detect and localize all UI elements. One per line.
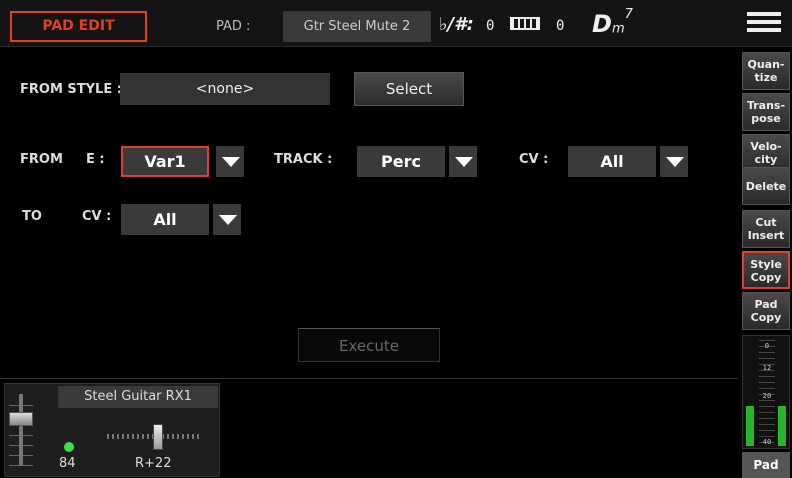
- chord-quality: m7: [612, 7, 633, 37]
- chord-extension: 7: [624, 7, 633, 22]
- velocity-line1: Velo-: [750, 140, 782, 153]
- from-style-field[interactable]: <none>: [120, 73, 330, 105]
- volume-fader-handle[interactable]: [9, 412, 33, 426]
- sidebar: Quan- tize Trans- pose Velo- city Delete…: [738, 48, 792, 478]
- pad-copy-button[interactable]: Pad Copy: [742, 292, 790, 330]
- transpose-line1: Trans-: [746, 99, 786, 112]
- page-title: PAD EDIT: [10, 11, 147, 42]
- delete-button[interactable]: Delete: [742, 167, 790, 205]
- top-bar: PAD EDIT PAD : Gtr Steel Mute 2 ♭/#: 0 0…: [0, 0, 792, 47]
- from-style-label: FROM STYLE :: [20, 82, 122, 97]
- track-value[interactable]: Perc: [357, 146, 445, 177]
- meter-scale-40: 40: [762, 438, 772, 446]
- execute-button[interactable]: Execute: [298, 328, 440, 362]
- chevron-down-icon[interactable]: [658, 146, 688, 177]
- quantize-button[interactable]: Quan- tize: [742, 52, 790, 90]
- meter-bar-left: [746, 406, 754, 446]
- meter-scale-0: 0: [764, 342, 770, 350]
- cut-insert-button[interactable]: Cut Insert: [742, 210, 790, 248]
- cut-insert-line1: Cut: [755, 216, 777, 229]
- chord-root: D: [592, 10, 612, 38]
- meter-bar-right: [778, 406, 786, 446]
- chord-quality-text: m: [612, 21, 625, 37]
- chevron-down-icon[interactable]: [211, 204, 241, 235]
- transpose-value: 0: [556, 18, 565, 34]
- channel-led-icon: [64, 442, 74, 452]
- to-cv-value[interactable]: All: [121, 204, 209, 235]
- style-copy-line2: Copy: [750, 271, 782, 284]
- chevron-down-icon[interactable]: [214, 146, 244, 177]
- pad-name-field[interactable]: Gtr Steel Mute 2: [283, 11, 431, 42]
- accidentals-label: ♭/#:: [439, 14, 474, 35]
- channel-strip-area: Steel Guitar RX1 84 R+22: [0, 378, 738, 478]
- pad-tab[interactable]: Pad: [742, 452, 790, 478]
- transpose-line2: pose: [751, 112, 781, 125]
- pad-copy-line1: Pad: [754, 298, 778, 311]
- meter-scale-20: 20: [762, 392, 772, 400]
- keyboard-icon: [510, 17, 540, 30]
- track-label: TRACK :: [274, 152, 333, 167]
- e-value[interactable]: Var1: [121, 146, 209, 177]
- style-copy-button[interactable]: Style Copy: [742, 251, 790, 289]
- e-selector[interactable]: Var1: [121, 146, 245, 177]
- to-label: TO: [22, 209, 42, 224]
- accidentals-value: 0: [486, 18, 495, 34]
- chevron-down-icon[interactable]: [447, 146, 477, 177]
- volume-fader-track[interactable]: [19, 394, 23, 466]
- to-cv-label: CV :: [82, 209, 112, 224]
- cv-value[interactable]: All: [568, 146, 656, 177]
- channel-strip[interactable]: Steel Guitar RX1 84 R+22: [4, 383, 220, 477]
- channel-name: Steel Guitar RX1: [58, 386, 218, 408]
- meter-scale-12: 12: [762, 364, 772, 372]
- cv-selector[interactable]: All: [568, 146, 690, 177]
- to-cv-selector[interactable]: All: [121, 204, 243, 235]
- velocity-line2: city: [754, 153, 778, 166]
- from-label: FROM: [20, 152, 63, 167]
- pad-copy-line2: Copy: [750, 311, 782, 324]
- pan-slider-handle[interactable]: [153, 424, 163, 450]
- track-selector[interactable]: Perc: [357, 146, 480, 177]
- pan-value: R+22: [135, 456, 172, 471]
- transpose-button[interactable]: Trans- pose: [742, 93, 790, 131]
- level-meter: 0 12 20 40: [742, 335, 790, 449]
- volume-value: 84: [59, 456, 76, 471]
- e-label: E :: [86, 152, 105, 167]
- cut-insert-line2: Insert: [747, 229, 785, 242]
- quantize-line1: Quan-: [747, 58, 785, 71]
- quantize-line2: tize: [754, 71, 778, 84]
- menu-icon[interactable]: [747, 12, 781, 40]
- cv-label: CV :: [519, 152, 549, 167]
- select-button[interactable]: Select: [354, 72, 464, 106]
- main-panel: FROM STYLE : <none> Select FROM E : Var1…: [0, 48, 738, 378]
- style-copy-line1: Style: [750, 258, 782, 271]
- pad-label: PAD :: [216, 19, 251, 34]
